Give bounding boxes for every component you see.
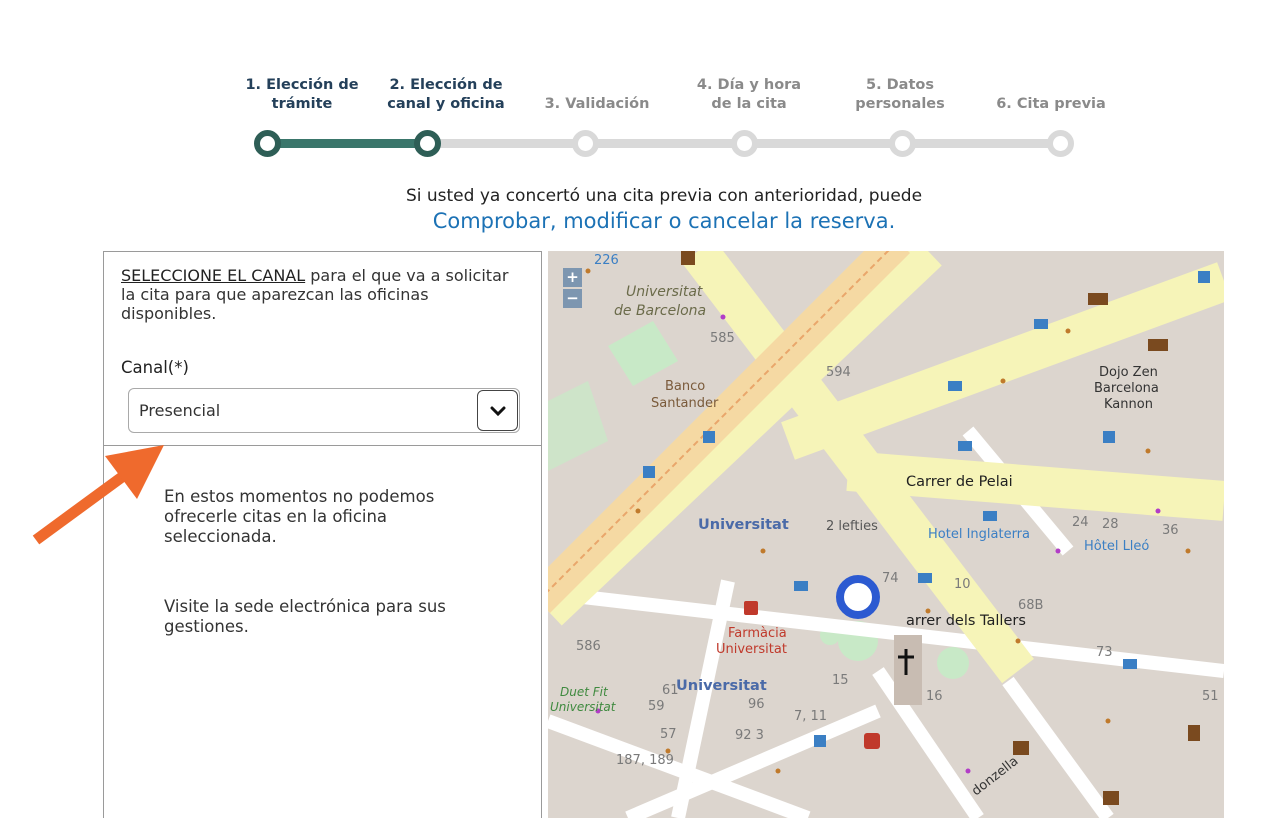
map-number: 57 [660, 727, 677, 742]
map-number: 68B [1018, 598, 1044, 613]
step-2-dot [414, 130, 441, 157]
map-canvas [548, 251, 1224, 818]
step-3-label: 3. Validación [544, 96, 650, 112]
map-number: 74 [882, 571, 899, 586]
sede-electronica-message: Visite la sede electrónica para sus gest… [164, 597, 446, 636]
no-appointments-message: En estos momentos no podemos ofrecerle c… [164, 487, 435, 546]
existing-booking-text: Si usted ya concertó una cita previa con… [405, 186, 923, 206]
step-5-dot [889, 130, 916, 157]
map-label-lefties: 2 lefties [826, 519, 878, 534]
map-number: 226 [594, 253, 619, 268]
map-label-universitat: Universitat [698, 517, 789, 533]
step-4-label: 4. Día y hora de la cita [696, 77, 802, 112]
zoom-out-button[interactable]: − [563, 289, 582, 308]
step-1-label: 1. Elección de trámite [245, 77, 359, 112]
map-number: 187, 189 [616, 753, 674, 768]
map-label-univ2: de Barcelona [614, 303, 707, 319]
channel-form: SELECCIONE EL CANAL para el que va a sol… [104, 252, 541, 446]
map-number: 594 [826, 365, 851, 380]
map-number: 28 [1102, 517, 1119, 532]
step-3-dot [572, 130, 599, 157]
step-5-label: 5. Datos personales [855, 77, 945, 112]
map-label-banco2: Santander [651, 396, 719, 411]
channel-instructions: SELECCIONE EL CANAL para el que va a sol… [121, 266, 521, 323]
step-4-dot [731, 130, 758, 157]
office-map[interactable]: + − Universitat de Barcelona Banco Santa… [548, 251, 1224, 818]
step-6-dot [1047, 130, 1074, 157]
map-label-pelai: Carrer de Pelai [906, 474, 1013, 490]
map-number: 10 [954, 577, 971, 592]
progress-stepper: 1. Elección de trámite 2. Elección de cana… [0, 0, 1278, 170]
chevron-down-icon [490, 406, 505, 416]
map-number: 51 [1202, 689, 1219, 704]
select-channel-heading: SELECCIONE EL CANAL [121, 266, 306, 285]
map-label-universitat2: Universitat [676, 678, 767, 694]
map-number: 585 [710, 331, 735, 346]
map-number: 36 [1162, 523, 1179, 538]
office-location-marker[interactable] [836, 575, 880, 619]
map-number: 16 [926, 689, 943, 704]
zoom-in-button[interactable]: + [563, 268, 582, 287]
map-label-dojo1: Dojo Zen [1099, 365, 1158, 380]
map-label-duet1: Duet Fit [560, 685, 608, 699]
map-label-dojo3: Kannon [1104, 397, 1153, 412]
map-number: 59 [648, 699, 665, 714]
map-label-farmacia2: Universitat [716, 642, 787, 657]
map-label-tallers: arrer dels Tallers [906, 613, 1026, 629]
step-1-dot [254, 130, 281, 157]
map-number: 7, 11 [794, 709, 828, 724]
step-6-label: 6. Cita previa [996, 96, 1106, 112]
map-number: 15 [832, 673, 849, 688]
canal-select-value: Presencial [139, 401, 221, 420]
map-number: 96 [748, 697, 765, 712]
progress-fill [266, 139, 426, 148]
map-number: 24 [1072, 515, 1089, 530]
step-2-label: 2. Elección de canal y oficina [387, 77, 505, 112]
manage-booking-link[interactable]: Comprobar, modificar o cancelar la reser… [433, 209, 889, 233]
annotation-arrow-icon [32, 445, 164, 545]
map-number: 92 3 [735, 728, 764, 743]
map-label-univ1: Universitat [626, 284, 703, 300]
map-number: 61 [662, 683, 679, 698]
map-number: 586 [576, 639, 601, 654]
map-label-duet2: Universitat [550, 700, 616, 714]
map-label-lleo: Hôtel Lleó [1084, 539, 1150, 554]
canal-select[interactable]: Presencial [128, 388, 520, 433]
map-number: 73 [1096, 645, 1113, 660]
map-label-banco1: Banco [665, 379, 706, 394]
map-label-dojo2: Barcelona [1094, 381, 1159, 396]
map-label-farmacia1: Farmàcia [728, 626, 787, 641]
manage-booking-line: Comprobar, modificar o cancelar la reser… [0, 209, 1278, 233]
canal-dropdown-button[interactable] [477, 390, 518, 431]
canal-label: Canal(*) [121, 358, 189, 377]
map-label-inglaterra: Hotel Inglaterra [928, 527, 1030, 542]
link-period: . [888, 209, 896, 233]
